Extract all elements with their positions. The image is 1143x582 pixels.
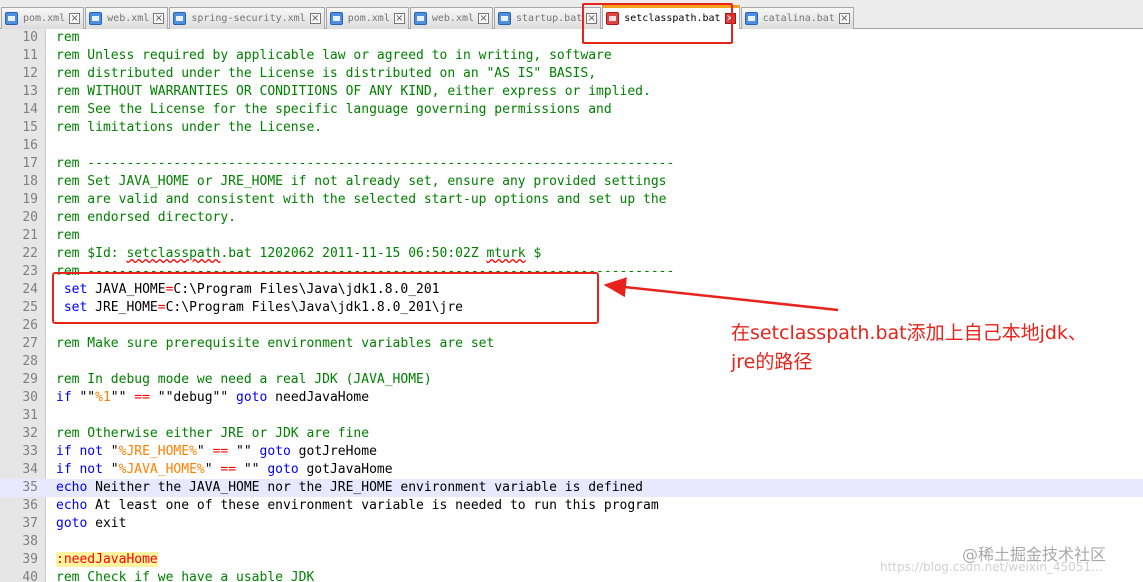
watermark-url: https://blog.csdn.net/weixin_45051... — [880, 560, 1103, 574]
annotation-text: 在setclasspath.bat添加上自己本地jdk、 jre的路径 — [731, 319, 1131, 377]
annotation-line-2: jre的路径 — [731, 351, 813, 373]
annotation-arrow — [603, 277, 839, 312]
annotation-line-1: 在setclasspath.bat添加上自己本地jdk、 — [731, 322, 1087, 344]
